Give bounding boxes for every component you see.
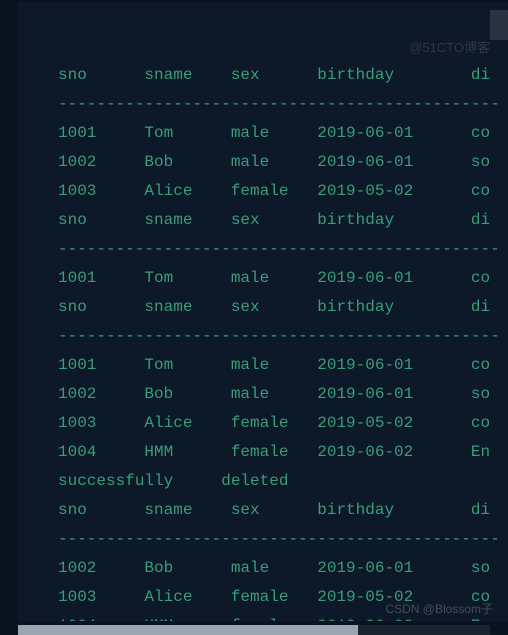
horizontal-scrollbar[interactable] [18, 625, 490, 635]
terminal-line: 1003 Alice female 2019-05-02 co [58, 182, 490, 200]
terminal-line: ----------------------------------------… [58, 327, 500, 345]
terminal-line: sno sname sex birthday di [58, 298, 490, 316]
terminal-line: sno sname sex birthday di [58, 501, 490, 519]
terminal-line: 1001 Tom male 2019-06-01 co [58, 124, 490, 142]
terminal-line: 1002 Bob male 2019-06-01 so [58, 153, 490, 171]
terminal-line: 1001 Tom male 2019-06-01 co [58, 269, 490, 287]
terminal-line: ----------------------------------------… [58, 530, 500, 548]
terminal-line: ----------------------------------------… [58, 95, 500, 113]
terminal-line: successfully deleted [58, 472, 288, 490]
watermark-bottom: CSDN @Blossom子 [385, 600, 493, 617]
terminal-line: sno sname sex birthday di [58, 66, 490, 84]
scrollbar-thumb[interactable] [18, 625, 358, 635]
terminal-line: 1004 HMM female 2019-06-02 En [58, 617, 490, 621]
terminal-line: 1004 HMM female 2019-06-02 En [58, 443, 490, 461]
terminal-output: sno sname sex birthday di --------------… [18, 2, 508, 621]
scroll-button[interactable] [490, 10, 508, 40]
terminal-line: 1002 Bob male 2019-06-01 so [58, 559, 490, 577]
terminal-line: 1002 Bob male 2019-06-01 so [58, 385, 490, 403]
terminal-line: 1001 Tom male 2019-06-01 co [58, 356, 490, 374]
terminal-line: ----------------------------------------… [58, 240, 500, 258]
watermark-top: @51CTO博客 [409, 37, 490, 56]
terminal-line: 1003 Alice female 2019-05-02 co [58, 414, 490, 432]
terminal-line: sno sname sex birthday di [58, 211, 490, 229]
